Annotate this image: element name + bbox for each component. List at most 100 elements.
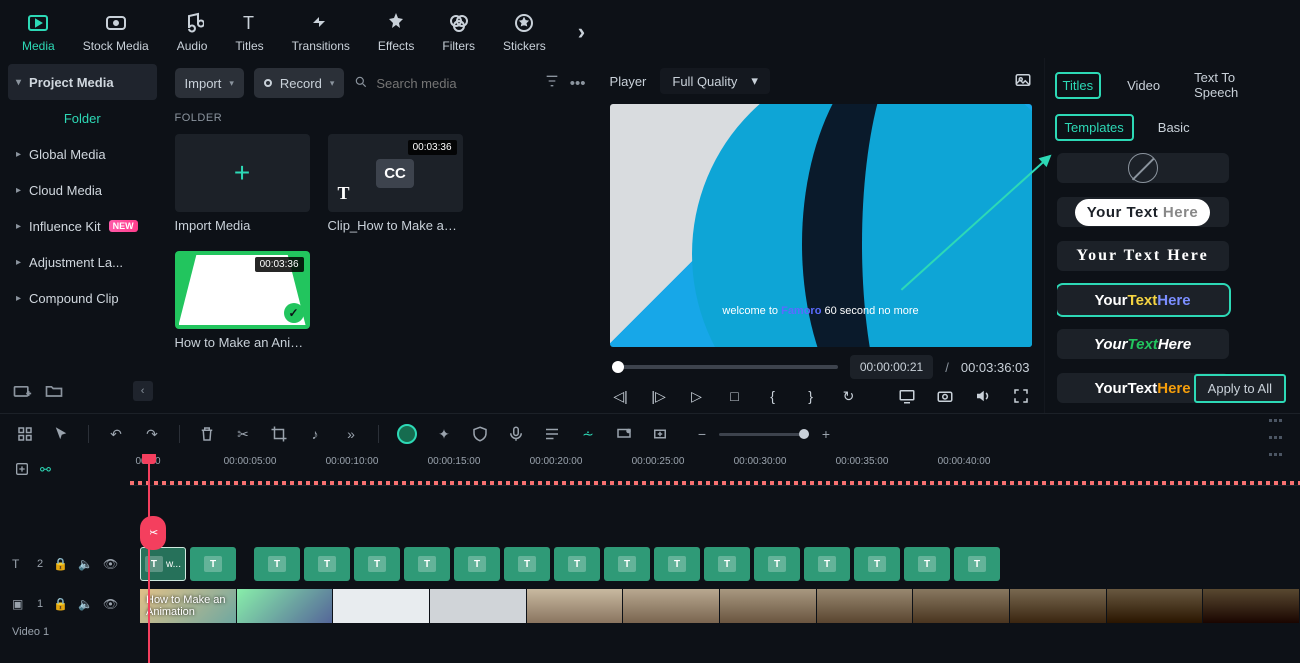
template-serif[interactable]: Your Text Here [1057,241,1229,271]
video-clip[interactable] [1107,589,1204,623]
lock-icon[interactable]: 🔒 [53,557,68,571]
mic-icon[interactable] [507,425,525,443]
more-tools-icon[interactable]: » [342,425,360,443]
mute-icon[interactable]: 🔈 [78,597,93,611]
title-clip[interactable]: T [904,547,950,581]
new-folder-icon[interactable] [12,381,32,401]
more-tabs-chevron[interactable]: › [578,19,585,45]
timeline-ruler[interactable]: 00:00 00:00:05:00 00:00:10:00 00:00:15:0… [130,454,1300,486]
mute-icon[interactable]: 🔈 [78,557,93,571]
mark-in-icon[interactable]: { [764,388,782,404]
video-track[interactable]: How to Make an Animation [130,586,1300,626]
fullscreen-icon[interactable] [1012,387,1030,405]
media-clip-video[interactable]: 00:03:36 ✓ How to Make an Anim... [175,251,310,350]
playhead[interactable] [148,454,150,663]
folder-icon[interactable] [44,381,64,401]
title-clip[interactable]: T [404,547,450,581]
video-clip[interactable] [333,589,430,623]
title-clip[interactable]: T [354,547,400,581]
library-adjustment-layer[interactable]: ▸Adjustment La... [8,244,157,280]
collapse-sidebar-icon[interactable]: ‹ [133,381,153,401]
video-clip[interactable] [1010,589,1107,623]
magnet-icon[interactable]: ⩪ [579,425,597,443]
title-clip[interactable]: T [304,547,350,581]
title-clip[interactable]: T [604,547,650,581]
lock-icon[interactable]: 🔒 [53,597,68,611]
video-clip[interactable] [817,589,914,623]
record-dropdown[interactable]: Record▾ [254,68,344,98]
inspector-tab-video[interactable]: Video [1121,74,1166,97]
library-compound-clip[interactable]: ▸Compound Clip [8,280,157,316]
zoom-in-icon[interactable]: + [817,425,835,443]
tab-stock-media[interactable]: Stock Media [83,11,149,53]
video-track-header[interactable]: ▣ 1 🔒 🔈 👁 [0,584,130,624]
video-clip[interactable] [430,589,527,623]
tab-stickers[interactable]: Stickers [503,11,546,53]
shield-icon[interactable] [471,425,489,443]
next-frame-icon[interactable]: |▷ [650,388,668,405]
video-clip[interactable]: How to Make an Animation [140,589,237,623]
visibility-icon[interactable]: 👁 [103,597,118,611]
quality-select[interactable]: Full Quality▾ [660,68,770,94]
title-clip[interactable]: T [854,547,900,581]
inspector-tab-titles[interactable]: Titles [1057,74,1100,97]
title-clip[interactable]: T [454,547,500,581]
tab-effects[interactable]: Effects [378,11,414,53]
zoom-slider[interactable] [719,433,809,436]
pointer-tool-icon[interactable] [52,425,70,443]
template-pill[interactable]: Your Text Here [1057,197,1229,227]
inspector-sub-templates[interactable]: Templates [1057,116,1132,139]
add-track-icon[interactable] [14,461,30,480]
title-track-header[interactable]: T 2 🔒 🔈 👁 [0,544,130,584]
template-none[interactable] [1057,153,1229,183]
player-scrubber[interactable] [612,365,838,369]
title-clip[interactable]: T [954,547,1000,581]
tab-audio[interactable]: Audio [177,11,208,53]
search-media[interactable] [354,75,533,92]
title-clip[interactable]: T [190,547,236,581]
timeline-tracks[interactable]: 00:00 00:00:05:00 00:00:10:00 00:00:15:0… [130,454,1300,663]
import-media-tile[interactable]: + Import Media [175,134,310,233]
redo-icon[interactable]: ↷ [143,425,161,443]
filter-icon[interactable] [544,73,560,93]
library-folder[interactable]: Folder [8,100,157,136]
title-clip[interactable]: T [254,547,300,581]
tab-transitions[interactable]: Transitions [292,11,350,53]
crop-icon[interactable] [270,425,288,443]
title-clip[interactable]: T [554,547,600,581]
cut-icon[interactable]: ✂ [234,425,252,443]
video-clip[interactable] [1203,589,1300,623]
apply-to-all-button[interactable]: Apply to All [1194,374,1286,403]
tab-filters[interactable]: Filters [442,11,475,53]
video-clip[interactable] [720,589,817,623]
mark-out-icon[interactable]: } [802,388,820,404]
list-icon[interactable] [543,425,561,443]
title-clip[interactable]: T [704,547,750,581]
title-clip[interactable]: Tw... [140,547,186,581]
undo-icon[interactable]: ↶ [107,425,125,443]
sparkle-icon[interactable]: ✦ [435,425,453,443]
display-icon[interactable] [898,387,916,405]
tab-media[interactable]: Media [22,11,55,53]
ai-face-icon[interactable] [397,424,417,444]
video-clip[interactable] [623,589,720,623]
title-track[interactable]: Tw... T T T T T T T T T T T T T [130,544,1300,584]
title-clip[interactable]: T [504,547,550,581]
camera-icon[interactable] [936,387,954,405]
stop-icon[interactable]: □ [726,388,744,404]
track-height-icon[interactable] [1269,410,1284,459]
visibility-icon[interactable]: 👁 [103,557,118,571]
inspector-sub-basic[interactable]: Basic [1150,116,1198,139]
inspector-tab-tts[interactable]: Text To Speech [1188,66,1288,104]
prev-frame-icon[interactable]: ◁| [612,388,630,405]
library-project-media[interactable]: ▾Project Media [8,64,157,100]
selection-tool-icon[interactable] [16,425,34,443]
player-viewport[interactable]: welcome to Famoro 60 second no more [610,104,1032,347]
delete-icon[interactable] [198,425,216,443]
import-dropdown[interactable]: Import▾ [175,68,244,98]
title-clip[interactable]: T [804,547,850,581]
video-clip[interactable] [913,589,1010,623]
marker-icon[interactable] [615,425,633,443]
play-icon[interactable]: ▷ [688,388,706,405]
media-clip-captions[interactable]: 00:03:36 CC T Clip_How to Make an ... [328,134,463,233]
